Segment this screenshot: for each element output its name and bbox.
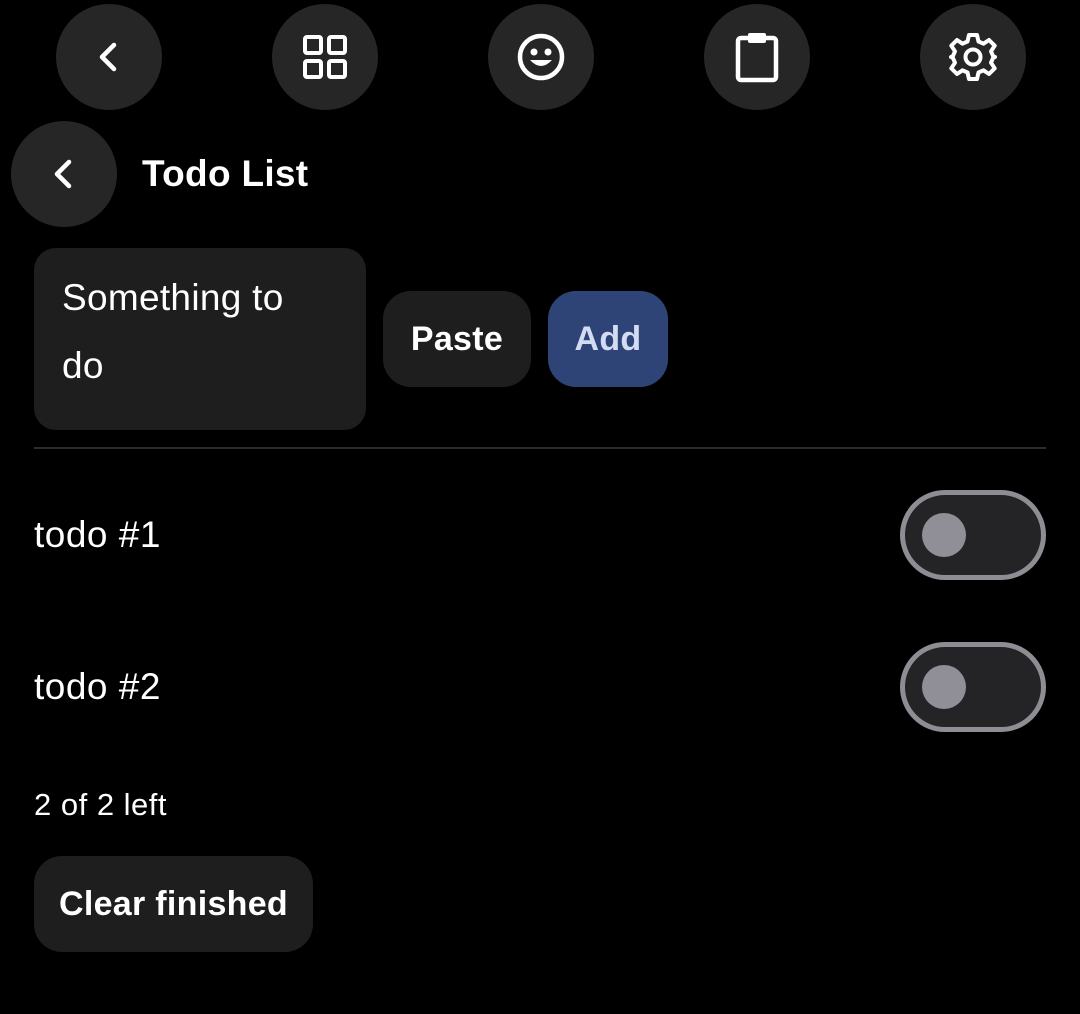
grid-icon	[303, 35, 347, 79]
todo-item: todo #1	[0, 490, 1080, 580]
toolbar-settings-button[interactable]	[920, 4, 1026, 110]
clear-finished-button[interactable]: Clear finished	[34, 856, 313, 952]
gear-icon	[949, 33, 997, 81]
header-back-button[interactable]	[11, 121, 117, 227]
remaining-count: 2 of 2 left	[34, 787, 168, 822]
toolbar-clipboard-button[interactable]	[704, 4, 810, 110]
toolbar-grid-button[interactable]	[272, 4, 378, 110]
clipboard-icon	[735, 33, 779, 83]
chevron-left-icon	[54, 159, 72, 189]
todo-list-screen: Todo List Something to do Paste Add todo…	[0, 0, 1080, 1014]
toolbar-back-button[interactable]	[56, 4, 162, 110]
toggle-knob	[922, 513, 966, 557]
toolbar-emoji-button[interactable]	[488, 4, 594, 110]
new-todo-input-line-2: do	[62, 345, 104, 386]
todo-item-toggle[interactable]	[900, 642, 1046, 732]
new-todo-input-line-1: Something to	[62, 277, 284, 318]
chevron-left-icon	[99, 42, 117, 72]
add-button[interactable]: Add	[548, 291, 668, 387]
page-title: Todo List	[142, 153, 309, 194]
todo-item-toggle[interactable]	[900, 490, 1046, 580]
smiley-icon	[517, 33, 565, 81]
todo-item-label: todo #1	[34, 514, 161, 555]
paste-button[interactable]: Paste	[383, 291, 531, 387]
divider	[34, 447, 1046, 449]
toggle-knob	[922, 665, 966, 709]
new-todo-input[interactable]: Something to do	[34, 248, 366, 430]
todo-item: todo #2	[0, 642, 1080, 732]
todo-item-label: todo #2	[34, 666, 161, 707]
